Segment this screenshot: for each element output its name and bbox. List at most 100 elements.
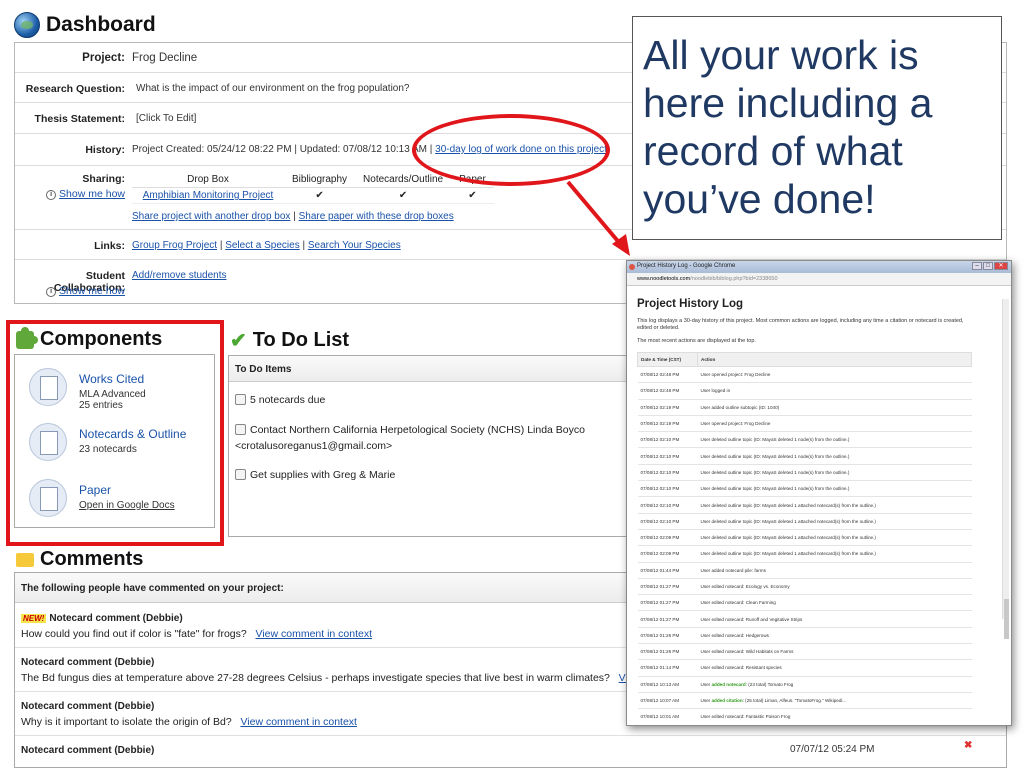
comment-text: Why is it important to isolate the origi…: [21, 716, 232, 728]
info-icon: i: [46, 190, 57, 200]
log-row: 07/08/12 02:09 PM User deleted outline to…: [637, 545, 972, 563]
log-date: 07/08/12 02:10 PM: [637, 447, 698, 465]
log-row: 07/08/12 02:19 PM User added outline subt…: [637, 399, 972, 416]
log-row: 07/08/12 01:27 PM User edited notecard: R…: [637, 610, 972, 628]
todo-item: 5 notecards due: [235, 392, 325, 408]
log-row: 07/08/12 02:10 PM User deleted outline to…: [637, 496, 972, 514]
check-icon: ✔: [230, 330, 247, 352]
log-action: User edited notecard: Hedgerows: [697, 627, 972, 645]
notecards-count: 23 notecards: [79, 444, 137, 455]
log-action-part: User: [700, 681, 712, 687]
notecards-name[interactable]: Notecards & Outline: [79, 427, 186, 441]
share-paper-link[interactable]: Share paper with these drop boxes: [299, 211, 454, 222]
log-title: Project History Log: [637, 298, 744, 310]
log-rows: 07/08/12 02:48 PM User opened project: Fr…: [637, 366, 972, 725]
log-action: User added citation: (25 total) Liman, A…: [697, 692, 972, 710]
log-date: 07/08/12 10:01 AM: [637, 708, 698, 725]
checkbox-icon[interactable]: [235, 469, 246, 480]
log-action: User deleted outline topic (ID: MayaS de…: [697, 447, 972, 465]
minimize-icon[interactable]: –: [972, 262, 982, 270]
share-dropbox-link[interactable]: Amphibian Monitoring Project: [143, 190, 274, 201]
log-action: User edited notecard: Wild Habitats on F…: [697, 643, 972, 661]
share-header-dropbox: Drop Box: [132, 172, 284, 188]
open-google-docs-link[interactable]: Open in Google Docs: [79, 500, 175, 511]
history-text: Project Created: 05/24/12 08:22 PM | Upd…: [132, 144, 436, 155]
history-label: History:: [85, 144, 125, 156]
book-icon: [29, 368, 67, 406]
log-col-date: Date & Time (CST): [637, 352, 698, 367]
log-action-part: User: [700, 698, 712, 704]
comment-date: 07/07/12 05:24 PM: [790, 744, 875, 755]
collaboration-show-me-how[interactable]: i Show me how: [15, 285, 125, 297]
log-date: 07/08/12 02:48 PM: [637, 366, 698, 384]
thesis-value[interactable]: [Click To Edit]: [136, 113, 196, 124]
close-icon[interactable]: ✕: [994, 262, 1008, 270]
share-project-link[interactable]: Share project with another drop box: [132, 211, 290, 222]
add-remove-students-link[interactable]: Add/remove students: [132, 270, 227, 281]
log-row: 07/08/12 10:07 AM User added citation: (2…: [637, 692, 972, 710]
close-icon[interactable]: ✖: [964, 740, 972, 751]
log-date: 07/08/12 01:26 PM: [637, 627, 698, 645]
works-cited-name[interactable]: Works Cited: [79, 372, 144, 386]
todo-header: ✔ To Do List: [230, 328, 349, 353]
puzzle-icon: [16, 326, 38, 349]
paper-name[interactable]: Paper: [79, 483, 111, 497]
view-comment-link[interactable]: View comment in context: [240, 716, 357, 728]
log-row: 07/08/12 02:10 PM User deleted outline to…: [637, 480, 972, 498]
log-date: 07/08/12 01:27 PM: [637, 610, 698, 628]
component-works-cited[interactable]: Works Cited MLA Advanced 25 entries: [29, 368, 209, 411]
todo-panel: To Do Items 5 notecards due Contact Nort…: [228, 355, 628, 537]
log-action: User edited notecard: Ecology vs. Econom…: [697, 578, 972, 596]
research-question-value[interactable]: What is the impact of our environment on…: [136, 83, 410, 94]
component-paper[interactable]: Paper Open in Google Docs: [29, 479, 209, 519]
popup-url-bar[interactable]: www.noodletools.com/noodlebib/biblog.php…: [627, 273, 1011, 286]
log-action: User deleted outline topic (ID: MayaS de…: [697, 545, 972, 563]
popup-scrollbar[interactable]: [1002, 299, 1009, 639]
components-panel: Works Cited MLA Advanced 25 entries Note…: [14, 354, 215, 528]
log-col-action: Action: [697, 352, 972, 367]
popup-titlebar[interactable]: Project History Log - Google Chrome – □ …: [627, 261, 1011, 273]
checkbox-icon[interactable]: [235, 394, 246, 405]
log-row: 07/08/12 10:13 AM User added notecard: (2…: [637, 676, 972, 693]
collaboration-value: Add/remove students: [132, 270, 227, 281]
log-action-highlight: added citation: [711, 698, 743, 704]
log-row: 07/08/12 02:48 PM User opened project: Fr…: [637, 366, 972, 384]
globe-icon: [14, 12, 40, 38]
link-search-species[interactable]: Search Your Species: [308, 240, 401, 251]
log-action: User deleted outline topic (ID: MayaS de…: [697, 431, 972, 449]
log-row: 07/08/12 02:48 PM User logged in: [637, 382, 972, 400]
link-group-frog-project[interactable]: Group Frog Project: [132, 240, 217, 251]
log-action: User added notecard: (23 total) Tomato F…: [697, 676, 972, 693]
log-action: User logged in: [697, 382, 972, 400]
maximize-icon[interactable]: □: [983, 262, 993, 270]
page-title: Dashboard: [46, 13, 156, 36]
log-description: This log displays a 30-day history of th…: [637, 318, 964, 331]
comments-title: Comments: [40, 548, 144, 570]
log-action-part: : (23 total) Tomato Frog: [745, 681, 794, 687]
log-date: 07/08/12 02:10 PM: [637, 480, 698, 498]
sharing-show-me-how[interactable]: i Show me how: [15, 188, 125, 200]
view-comment-link[interactable]: View comment in context: [256, 628, 373, 640]
log-action: User edited notecard: Fantastic Poison F…: [697, 708, 972, 725]
log-row: 07/08/12 02:10 PM User deleted outline to…: [637, 431, 972, 449]
comment-text: How could you find out if color is "fate…: [21, 628, 247, 640]
log-action: User added outline subtopic (ID: 1040): [697, 399, 972, 416]
comments-header: Comments: [16, 548, 143, 571]
component-notecards[interactable]: Notecards & Outline 23 notecards: [29, 423, 209, 463]
log-date: 07/08/12 01:44 PM: [637, 562, 698, 579]
todo-items-header: To Do Items: [229, 356, 627, 382]
checkbox-icon[interactable]: [235, 424, 246, 435]
share-paper-check: ✔: [451, 187, 494, 204]
log-row: 07/08/12 02:10 PM User deleted outline to…: [637, 513, 972, 530]
log-date: 07/08/12 02:10 PM: [637, 464, 698, 482]
log-table: Date & Time (CST) Action 07/08/12 02:48 …: [637, 352, 972, 725]
share-notecards-check: ✔: [355, 187, 452, 204]
log-action: User opened project: Frog Decline: [697, 415, 972, 433]
log-row: 07/08/12 02:19 PM User opened project: Fr…: [637, 415, 972, 433]
log-action: User deleted outline topic (ID: MayaS de…: [697, 513, 972, 530]
log-date: 07/08/12 02:09 PM: [637, 545, 698, 563]
log-row: 07/08/12 01:26 PM User edited notecard: W…: [637, 643, 972, 661]
log-row: 07/08/12 02:09 PM User deleted outline to…: [637, 529, 972, 547]
link-select-species[interactable]: Select a Species: [225, 240, 300, 251]
log-action: User deleted outline topic (ID: MayaS de…: [697, 496, 972, 514]
